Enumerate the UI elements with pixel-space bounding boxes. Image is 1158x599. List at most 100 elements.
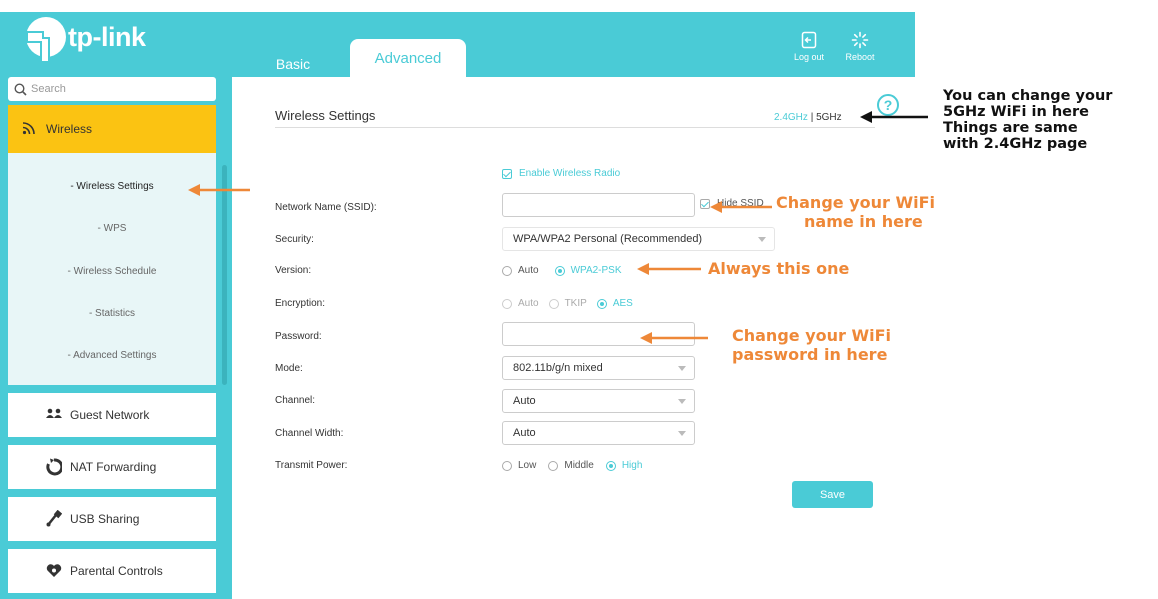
sidebar: Search Wireless - Wireless Settings - WP…: [0, 77, 232, 599]
version-wpa2-psk-radio[interactable]: [554, 265, 565, 276]
logout-label: Log out: [793, 52, 825, 62]
channel-value: Auto: [513, 395, 536, 407]
page-title: Wireless Settings: [275, 108, 376, 123]
hide-ssid-checkbox[interactable]: [700, 198, 710, 209]
ssid-label: Network Name (SSID):: [275, 202, 377, 213]
top-header: tp-link Basic Advanced Log out Reboot: [0, 12, 915, 77]
security-value: WPA/WPA2 Personal (Recommended): [513, 233, 703, 245]
save-button[interactable]: Save: [792, 481, 873, 508]
chevron-down-icon: [758, 237, 766, 242]
sidebar-item-parental-controls[interactable]: Parental Controls: [8, 549, 216, 593]
band-switch: 2.4GHz | 5GHz: [774, 112, 842, 123]
enable-radio-checkbox[interactable]: [502, 168, 512, 179]
tp-link-logo-icon: [26, 17, 66, 61]
mode-value: 802.11b/g/n mixed: [513, 362, 603, 374]
enable-wireless-radio[interactable]: Enable Wireless Radio: [502, 168, 620, 179]
channel-select[interactable]: Auto: [502, 389, 695, 413]
power-low-radio[interactable]: [502, 460, 512, 471]
encryption-label: Encryption:: [275, 298, 326, 309]
power-middle-radio[interactable]: [548, 460, 559, 471]
chevron-down-icon: [678, 399, 686, 404]
band-note: You can change your 5GHz WiFi in here Th…: [943, 88, 1112, 152]
sidebar-subitem-wireless-settings[interactable]: - Wireless Settings: [8, 171, 216, 201]
encryption-aes-label: AES: [612, 298, 633, 309]
nat-forwarding-icon: [46, 458, 62, 476]
band-5ghz-link[interactable]: 5GHz: [816, 112, 842, 123]
channel-width-select[interactable]: Auto: [502, 421, 695, 445]
chevron-down-icon: [678, 366, 686, 371]
sidebar-scrollbar[interactable]: [222, 165, 227, 385]
password-note-arrow: [640, 332, 708, 344]
channel-width-label: Channel Width:: [275, 428, 344, 439]
channel-width-value: Auto: [513, 427, 536, 439]
version-note: Always this one: [708, 259, 850, 278]
ssid-note: Change your WiFi name in here: [776, 193, 935, 231]
search-icon: [14, 82, 27, 96]
password-note: Change your WiFi password in here: [732, 326, 891, 364]
screenshot-root: tp-link Basic Advanced Log out Reboot Se…: [0, 0, 1158, 599]
band-note-line: You can change your: [943, 88, 1113, 104]
transmit-power-radio-group: Low Middle High: [502, 460, 658, 471]
encryption-auto-label: Auto: [518, 298, 539, 309]
sidebar-item-guest-network[interactable]: Guest Network: [8, 393, 216, 437]
version-radio-group: Auto WPA2-PSK: [502, 265, 638, 276]
power-middle-label: Middle: [564, 460, 594, 471]
search-input[interactable]: Search: [8, 77, 216, 101]
reboot-label: Reboot: [845, 52, 875, 62]
power-low-label: Low: [518, 460, 537, 471]
sidebar-item-label: USB Sharing: [70, 512, 140, 526]
band-note-line: with 2.4GHz page: [943, 136, 1088, 152]
encryption-auto-radio[interactable]: [502, 298, 512, 309]
wifi-icon: [22, 121, 36, 138]
chevron-down-icon: [678, 431, 686, 436]
sidebar-subitem-statistics[interactable]: - Statistics: [8, 298, 216, 328]
encryption-tkip-label: TKIP: [564, 298, 587, 309]
wireless-menu-group: Wireless - Wireless Settings - WPS - Wir…: [8, 105, 216, 385]
version-auto-label: Auto: [518, 265, 539, 276]
tp-link-logo[interactable]: tp-link: [18, 12, 146, 62]
security-select[interactable]: WPA/WPA2 Personal (Recommended): [502, 227, 775, 251]
logo-text: tp-link: [68, 21, 146, 52]
power-high-label: High: [621, 460, 643, 471]
ssid-field[interactable]: [502, 193, 695, 217]
ssid-note-line: Change your WiFi: [776, 193, 936, 212]
sidebar-item-label: Guest Network: [70, 408, 150, 422]
reboot-button[interactable]: Reboot: [838, 30, 882, 62]
version-wpa2-psk-label: WPA2-PSK: [570, 265, 622, 276]
mode-label: Mode:: [275, 363, 303, 374]
band-note-arrow: [860, 111, 928, 123]
version-note-arrow: [637, 263, 701, 275]
version-auto-radio[interactable]: [502, 265, 512, 276]
sidebar-subitem-wireless-schedule[interactable]: - Wireless Schedule: [8, 256, 216, 286]
guest-network-icon: [46, 408, 62, 418]
password-note-line: password in here: [732, 345, 888, 364]
ssid-note-arrow: [710, 201, 772, 213]
sidebar-subitem-wps[interactable]: - WPS: [8, 213, 216, 243]
sidebar-item-wireless[interactable]: Wireless: [8, 105, 216, 153]
sidebar-subitem-advanced-settings[interactable]: - Advanced Settings: [8, 340, 216, 370]
usb-sharing-icon: [46, 510, 62, 527]
enable-radio-label: Enable Wireless Radio: [519, 168, 621, 179]
tab-advanced[interactable]: Advanced: [350, 39, 466, 77]
sidebar-item-usb-sharing[interactable]: USB Sharing: [8, 497, 216, 541]
security-label: Security:: [275, 234, 314, 245]
encryption-aes-radio[interactable]: [596, 298, 607, 309]
tab-basic[interactable]: Basic: [258, 50, 328, 77]
power-high-radio[interactable]: [605, 460, 616, 471]
channel-label: Channel:: [275, 395, 316, 406]
sidebar-item-nat-forwarding[interactable]: NAT Forwarding: [8, 445, 216, 489]
band-note-line: 5GHz WiFi in here: [943, 104, 1089, 120]
password-note-line: Change your WiFi: [732, 326, 892, 345]
encryption-radio-group: Auto TKIP AES: [502, 298, 649, 309]
transmit-power-label: Transmit Power:: [275, 460, 348, 471]
sidebar-item-label: Parental Controls: [70, 564, 163, 578]
parental-controls-icon: [46, 564, 62, 577]
band-note-line: Things are same: [943, 120, 1078, 136]
logout-icon: [801, 30, 817, 50]
band-2-4ghz-link[interactable]: 2.4GHz: [774, 112, 808, 123]
encryption-tkip-radio[interactable]: [548, 298, 559, 309]
logout-button[interactable]: Log out: [787, 30, 831, 62]
title-divider: [275, 127, 875, 128]
mode-select[interactable]: 802.11b/g/n mixed: [502, 356, 695, 380]
sidebar-item-label: Wireless: [46, 122, 93, 136]
